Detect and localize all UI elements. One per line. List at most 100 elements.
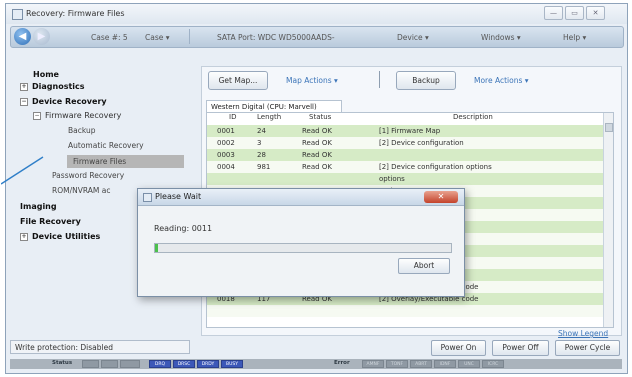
close-button[interactable]: ✕: [586, 6, 605, 20]
column-header-length[interactable]: Length: [257, 113, 281, 121]
nav-divider: [189, 29, 190, 44]
application: Recovery: Firmware Files — ▭ ✕ ◀ ▶ Case …: [0, 0, 632, 377]
error-register-label: Error: [334, 360, 350, 366]
navigation-bar: ◀ ▶ Case #: 5 Case ▾ SATA Port: WDC WD50…: [10, 26, 624, 48]
table-row[interactable]: options: [207, 173, 603, 185]
toolbar-divider: [379, 71, 380, 88]
cell-length: 3: [257, 139, 262, 147]
cell-status: Read OK: [302, 151, 332, 159]
status-bit-indicator: [101, 360, 118, 368]
window-title: Recovery: Firmware Files: [26, 9, 125, 18]
cell-length: 24: [257, 127, 266, 135]
status-bit-indicator: [82, 360, 99, 368]
cell-id: 0003: [217, 151, 235, 159]
windows-menu[interactable]: Windows ▾: [481, 33, 521, 42]
sidebar-item-password-recovery[interactable]: Password Recovery: [52, 171, 124, 180]
device-menu[interactable]: Device ▾: [397, 33, 429, 42]
status-register-indicator-busy: BUSY: [221, 360, 243, 368]
backup-button[interactable]: Backup: [396, 71, 456, 90]
status-register-indicator-drsc: DRSC: [173, 360, 195, 368]
progress-fill: [155, 244, 158, 252]
back-arrow-icon[interactable]: ◀: [14, 28, 31, 45]
sidebar-item-firmware-files[interactable]: Firmware Files: [67, 155, 184, 168]
cell-id: 0001: [217, 127, 235, 135]
sidebar-item-device-utilities[interactable]: + Device Utilities: [20, 232, 100, 241]
show-legend-link[interactable]: Show Legend: [558, 329, 608, 338]
minimize-button[interactable]: —: [544, 6, 563, 20]
port-info: SATA Port: WDC WD5000AADS-: [217, 33, 335, 42]
status-bit-indicator: [120, 360, 140, 368]
bottom-bar: Write protection: Disabled Power On Powe…: [10, 340, 622, 356]
expand-plus-icon[interactable]: +: [20, 232, 28, 241]
reading-progress-bar: [154, 243, 452, 253]
error-register-indicator-amnf: AMNF: [362, 360, 384, 368]
collapse-minus-icon[interactable]: −: [20, 97, 28, 106]
table-row[interactable]: 0002 3 Read OK [2] Device configuration: [207, 137, 603, 149]
table-row[interactable]: 0001 24 Read OK [1] Firmware Map: [207, 125, 603, 137]
scrollbar-thumb[interactable]: [605, 123, 613, 132]
expand-plus-icon[interactable]: +: [20, 82, 28, 91]
cell-status: Read OK: [302, 127, 332, 135]
more-actions-menu[interactable]: More Actions ▾: [474, 76, 529, 85]
sidebar-item-automatic-recovery[interactable]: Automatic Recovery: [68, 141, 144, 150]
help-menu[interactable]: Help ▾: [563, 33, 586, 42]
cell-description: options: [379, 175, 405, 183]
table-row[interactable]: 0004 981 Read OK [2] Device configuration o…: [207, 161, 603, 173]
dialog-close-button[interactable]: ✕: [424, 191, 458, 203]
table-row[interactable]: 0003 28 Read OK: [207, 149, 603, 161]
power-cycle-button[interactable]: Power Cycle: [555, 340, 620, 356]
reading-status: Reading: 0011: [154, 224, 213, 233]
cell-description: [2] Device configuration options: [379, 163, 492, 171]
maximize-button[interactable]: ▭: [565, 6, 584, 20]
sidebar-item-label: Diagnostics: [32, 82, 85, 91]
cell-description: [2] Device configuration: [379, 139, 464, 147]
error-register-indicator-icrc: ICRC: [482, 360, 504, 368]
table-row[interactable]: [207, 305, 603, 317]
vertical-scrollbar[interactable]: [603, 113, 613, 327]
sidebar-item-diagnostics[interactable]: + Diagnostics: [20, 82, 85, 91]
cell-id: 0004: [217, 163, 235, 171]
callout-pointer-line: [1, 156, 44, 185]
status-register-indicator-drq: DRQ: [149, 360, 171, 368]
column-header-id[interactable]: ID: [229, 113, 236, 121]
sidebar-item-label: Device Utilities: [32, 232, 101, 241]
error-register-indicator-abrt: ABRT: [410, 360, 432, 368]
case-number: Case #: 5: [91, 33, 128, 42]
error-register-indicator-tonf: TONF: [386, 360, 408, 368]
sidebar-item-home[interactable]: Home: [33, 70, 59, 79]
sidebar-item-backup[interactable]: Backup: [68, 126, 96, 135]
forward-arrow-icon[interactable]: ▶: [33, 28, 50, 45]
sidebar-item-rom-nvram[interactable]: ROM/NVRAM ac: [52, 186, 110, 195]
abort-button[interactable]: Abort: [398, 258, 450, 274]
please-wait-dialog: Please Wait ✕ Reading: 0011 Abort: [137, 188, 465, 297]
dialog-title: Please Wait: [155, 192, 202, 201]
column-header-status[interactable]: Status: [309, 113, 331, 121]
cell-status: Read OK: [302, 139, 332, 147]
sidebar-item-device-recovery[interactable]: − Device Recovery: [20, 97, 107, 106]
dialog-body: Reading: 0011 Abort: [138, 206, 464, 296]
error-register-indicator-unc: UNC: [458, 360, 480, 368]
write-protection-status: Write protection: Disabled: [10, 340, 190, 354]
dialog-title-bar: Please Wait ✕: [138, 189, 464, 206]
tab-western-digital[interactable]: Western Digital (CPU: Marvell): [206, 100, 342, 112]
sidebar-item-firmware-recovery[interactable]: − Firmware Recovery: [33, 111, 121, 120]
case-menu[interactable]: Case ▾: [145, 33, 170, 42]
cell-description: [1] Firmware Map: [379, 127, 441, 135]
sidebar-item-imaging[interactable]: Imaging: [20, 202, 57, 211]
cell-length: 28: [257, 151, 266, 159]
title-bar: Recovery: Firmware Files — ▭ ✕: [6, 4, 627, 24]
error-register-indicator-idnf: IDNF: [434, 360, 456, 368]
register-status-bar: Status DRQ DRSC DRDY BUSY Error AMNF TONF ABR…: [10, 359, 622, 369]
column-header-description[interactable]: Description: [453, 113, 493, 121]
cell-length: 981: [257, 163, 271, 171]
map-actions-menu[interactable]: Map Actions ▾: [286, 76, 338, 85]
collapse-minus-icon[interactable]: −: [33, 111, 41, 120]
status-register-indicator-drdy: DRDY: [197, 360, 219, 368]
sidebar-item-file-recovery[interactable]: File Recovery: [20, 217, 81, 226]
cell-status: Read OK: [302, 163, 332, 171]
power-off-button[interactable]: Power Off: [492, 340, 549, 356]
cell-id: 0002: [217, 139, 235, 147]
power-on-button[interactable]: Power On: [431, 340, 486, 356]
app-icon: [12, 9, 23, 20]
get-map-button[interactable]: Get Map...: [208, 71, 268, 90]
